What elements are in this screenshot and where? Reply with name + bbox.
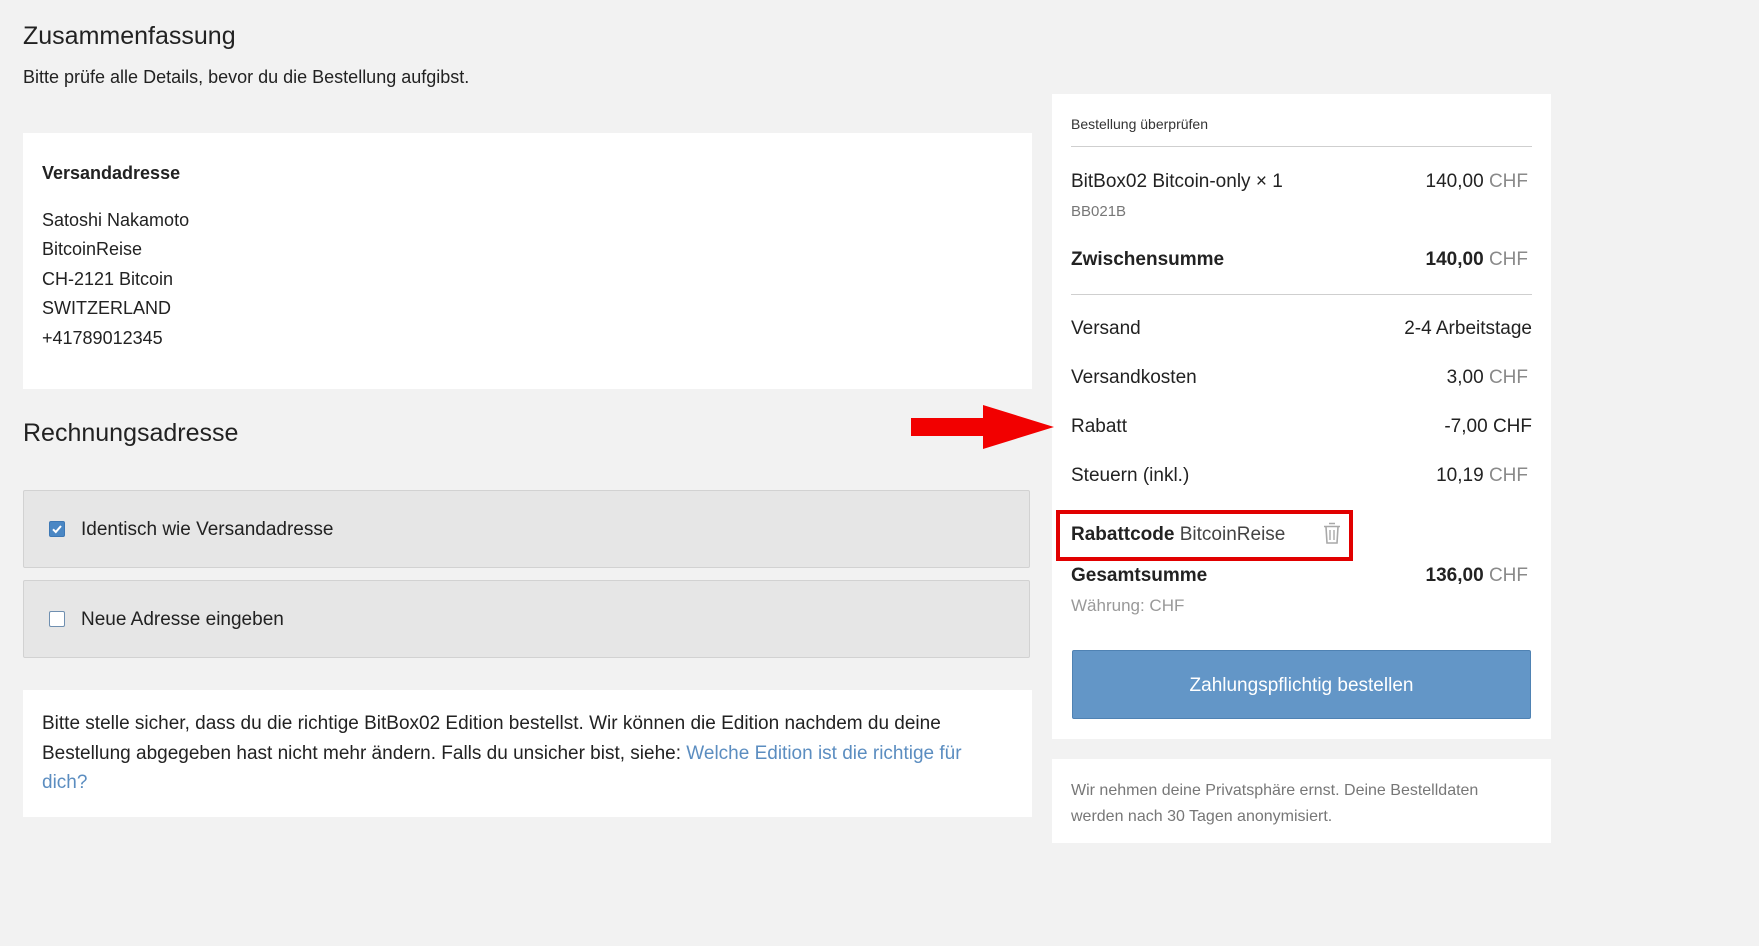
page-title: Zusammenfassung [23, 22, 236, 50]
tax-label: Steuern (inkl.) [1071, 465, 1190, 486]
tax-price: 10,19 CHF [1436, 465, 1528, 487]
product-sku: BB021B [1071, 203, 1127, 220]
divider [1071, 146, 1532, 147]
discount-label: Rabatt [1071, 416, 1127, 437]
order-review-title: Bestellung überprüfen [1071, 116, 1208, 132]
shipping-cost-price: 3,00 CHF [1447, 367, 1528, 389]
total-label: Gesamtsumme [1071, 565, 1208, 586]
checkout-summary-page: Zusammenfassung Bitte prüfe alle Details… [0, 0, 1568, 843]
coupon-highlight-box [1056, 510, 1353, 561]
shipping-address-card: Versandadresse Satoshi Nakamoto BitcoinR… [23, 133, 1032, 389]
shipping-cost-row: Versandkosten 3,00 CHF [1071, 367, 1532, 389]
discount-value: -7,00 CHF [1444, 416, 1532, 437]
new-address-label: Neue Adresse eingeben [81, 609, 284, 630]
billing-address-title: Rechnungsadresse [23, 419, 239, 447]
subtotal-amount: 140,00 [1425, 249, 1484, 270]
shipping-name: Satoshi Nakamoto [42, 210, 190, 230]
shipping-company: BitcoinReise [42, 239, 143, 260]
tax-amount: 10,19 [1436, 465, 1484, 486]
shipping-label: Versand [1071, 318, 1141, 339]
tax-row: Steuern (inkl.) 10,19 CHF [1071, 465, 1532, 487]
shipping-row: Versand 2-4 Arbeitstage [1071, 318, 1532, 340]
checkmark-icon [52, 525, 62, 534]
order-review-card: Bestellung überprüfen BitBox02 Bitcoin-o… [1052, 94, 1551, 739]
billing-option-new-address[interactable]: Neue Adresse eingeben [23, 580, 1030, 658]
shipping-city: CH-2121 Bitcoin [42, 268, 174, 289]
billing-option-same-as-shipping[interactable]: Identisch wie Versandadresse [23, 490, 1030, 568]
red-arrow-icon [911, 405, 1054, 449]
total-amount: 136,00 [1425, 565, 1484, 586]
same-address-checkbox[interactable] [49, 521, 65, 537]
same-address-label: Identisch wie Versandadresse [81, 519, 334, 540]
shipping-phone: +41789012345 [42, 327, 163, 348]
currency-note: Währung: CHF [1071, 596, 1185, 615]
shipping-country: SWITZERLAND [42, 298, 172, 319]
page-subtitle: Bitte prüfe alle Details, bevor du die B… [23, 67, 470, 87]
privacy-note-card: Wir nehmen deine Privatsphäre ernst. Dei… [1052, 759, 1551, 843]
discount-row: Rabatt -7,00 CHF [1071, 416, 1532, 438]
total-price: 136,00 CHF [1426, 565, 1528, 587]
total-row: Gesamtsumme 136,00 CHF [1071, 565, 1532, 587]
shipping-address-heading: Versandadresse [42, 163, 181, 183]
new-address-checkbox[interactable] [49, 611, 65, 627]
edition-note: Bitte stelle sicher, dass du die richtig… [42, 709, 1012, 798]
shipping-value: 2-4 Arbeitstage [1404, 318, 1532, 339]
shipping-address-lines: Satoshi Nakamoto BitcoinReise CH-2121 Bi… [42, 206, 189, 353]
privacy-note: Wir nehmen deine Privatsphäre ernst. Dei… [1071, 782, 1479, 825]
subtotal-currency: CHF [1488, 249, 1528, 270]
shipping-cost-amount: 3,00 [1446, 367, 1484, 388]
product-row: BitBox02 Bitcoin-only × 1 140,00 CHF [1071, 171, 1532, 193]
shipping-cost-label: Versandkosten [1071, 367, 1197, 388]
product-price: 140,00 CHF [1426, 171, 1528, 193]
place-order-button[interactable]: Zahlungspflichtig bestellen [1072, 650, 1531, 719]
total-currency: CHF [1488, 565, 1528, 586]
subtotal-price: 140,00 CHF [1426, 249, 1528, 271]
subtotal-row: Zwischensumme 140,00 CHF [1071, 249, 1532, 271]
product-amount: 140,00 [1425, 171, 1484, 192]
product-name: BitBox02 Bitcoin-only × 1 [1071, 171, 1283, 192]
divider [1071, 294, 1532, 295]
product-currency: CHF [1488, 171, 1528, 192]
tax-currency: CHF [1488, 465, 1528, 486]
edition-note-card: Bitte stelle sicher, dass du die richtig… [23, 690, 1032, 817]
subtotal-label: Zwischensumme [1071, 249, 1225, 270]
shipping-cost-currency: CHF [1488, 367, 1528, 388]
